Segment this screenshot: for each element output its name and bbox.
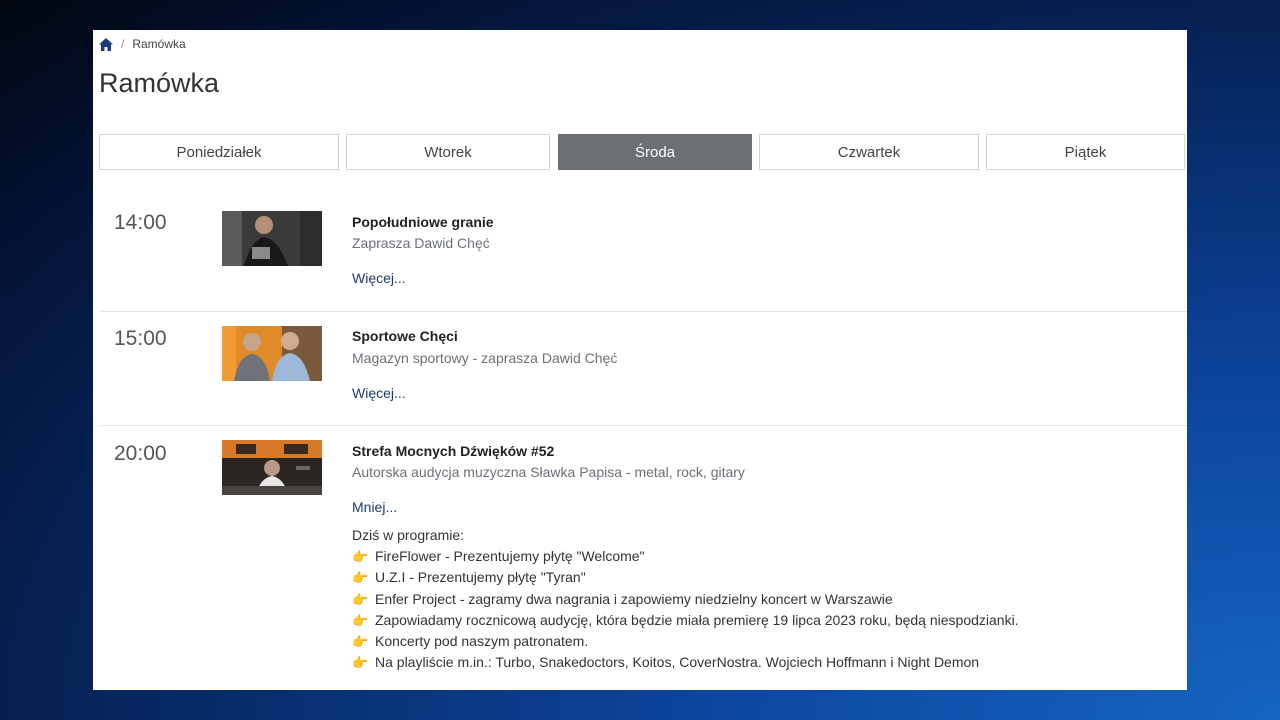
show-divider — [99, 311, 1187, 312]
details-intro: Dziś w programie: — [352, 527, 465, 543]
schedule-panel: / Ramówka Ramówka Poniedziałek Wtorek Śr… — [93, 30, 1187, 690]
details-list-item: 👉 Enfer Project - zagramy dwa nagrania i … — [352, 589, 1019, 610]
pointing-hand-icon: 👉 — [352, 655, 369, 671]
show-thumbnail[interactable] — [222, 211, 322, 266]
show-thumbnail[interactable] — [222, 440, 322, 495]
details-list-item: 👉 Koncerty pod naszym patronatem. — [352, 631, 1019, 652]
show-title: Strefa Mocnych Dźwięków #52 — [352, 443, 555, 459]
show-time: 15:00 — [114, 327, 167, 350]
details-list-item: 👉 U.Z.I - Prezentujemy płytę "Tyran" — [352, 567, 1019, 588]
home-icon[interactable] — [99, 37, 113, 51]
breadcrumb-current: Ramówka — [132, 37, 186, 51]
breadcrumb-separator: / — [121, 37, 125, 51]
show-divider — [99, 425, 1187, 426]
pointing-hand-icon: 👉 — [352, 549, 369, 564]
details-list-item: 👉 Na playliście m.in.: Turbo, Snakedoctor… — [352, 652, 1019, 673]
tab-friday[interactable]: Piątek — [986, 134, 1185, 170]
more-toggle-link[interactable]: Więcej... — [352, 270, 406, 286]
tab-monday[interactable]: Poniedziałek — [99, 134, 339, 170]
details-list-item: 👉 FireFlower - Prezentujemy płytę "Welcom… — [352, 546, 1019, 567]
show-description: Autorska audycja muzyczna Sławka Papisa … — [352, 464, 745, 480]
show-details: Dziś w programie: 👉 FireFlower - Prezentu… — [352, 525, 1019, 674]
show-thumbnail[interactable] — [222, 326, 322, 381]
page-title: Ramówka — [99, 68, 220, 98]
show-description: Magazyn sportowy - zaprasza Dawid Chęć — [352, 350, 618, 366]
tab-thursday[interactable]: Czwartek — [759, 134, 979, 170]
breadcrumb: / Ramówka — [99, 37, 186, 51]
day-tabs: Poniedziałek Wtorek Środa Czwartek Piąte… — [93, 134, 1187, 172]
more-toggle-link[interactable]: Więcej... — [352, 385, 406, 401]
show-title: Popołudniowe granie — [352, 214, 494, 230]
show-description: Zaprasza Dawid Chęć — [352, 235, 490, 251]
pointing-hand-icon: 👉 — [352, 634, 369, 650]
tab-wednesday[interactable]: Środa — [558, 134, 752, 170]
tab-tuesday[interactable]: Wtorek — [346, 134, 550, 170]
show-title: Sportowe Chęci — [352, 328, 458, 344]
show-time: 20:00 — [114, 442, 167, 465]
pointing-hand-icon: 👉 — [352, 570, 369, 586]
show-time: 14:00 — [114, 211, 167, 234]
details-list-item: 👉 Zapowiadamy rocznicową audycję, która b… — [352, 610, 1019, 631]
pointing-hand-icon: 👉 — [352, 591, 369, 607]
pointing-hand-icon: 👉 — [352, 612, 369, 628]
less-toggle-link[interactable]: Mniej... — [352, 499, 397, 515]
